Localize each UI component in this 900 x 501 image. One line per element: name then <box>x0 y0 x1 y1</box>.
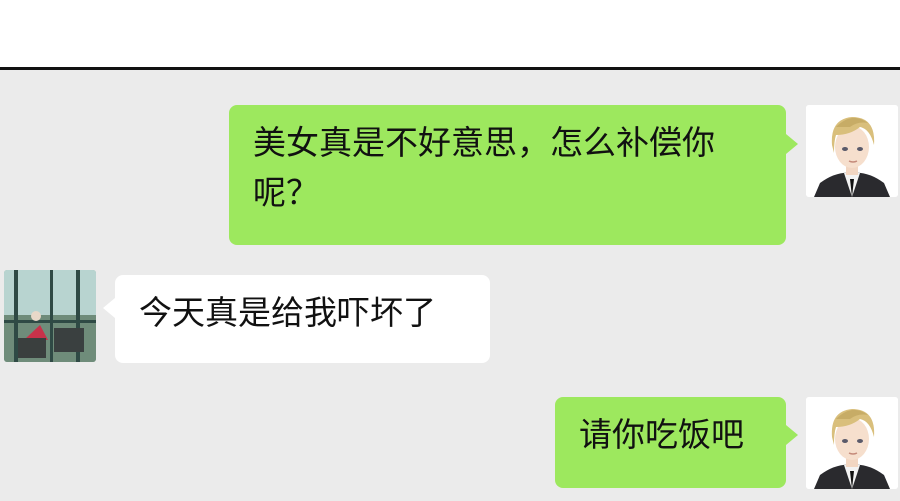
top-blank-area <box>0 0 900 67</box>
balcony-photo-avatar-icon <box>4 270 96 362</box>
blond-man-avatar-icon <box>806 105 898 197</box>
other-avatar-icon[interactable] <box>4 270 96 362</box>
message-bubble-other[interactable]: 今天真是给我吓坏了 <box>115 275 490 363</box>
bubble-tail <box>103 298 115 318</box>
message-text: 今天真是给我吓坏了 <box>139 293 436 332</box>
message-text: 请你吃饭吧 <box>579 415 744 454</box>
chat-area[interactable]: 美女真是不好意思，怎么补偿你呢？ 今天真是给我吓坏了 请你吃饭吧 <box>0 70 900 501</box>
message-bubble-self[interactable]: 美女真是不好意思，怎么补偿你呢？ <box>229 105 786 245</box>
bubble-tail <box>786 134 798 154</box>
blond-man-avatar-icon <box>806 397 898 489</box>
message-bubble-self[interactable]: 请你吃饭吧 <box>555 397 786 488</box>
bubble-tail <box>786 425 798 445</box>
self-avatar-icon[interactable] <box>806 397 898 489</box>
self-avatar-icon[interactable] <box>806 105 898 197</box>
message-text: 美女真是不好意思，怎么补偿你呢？ <box>253 123 715 212</box>
